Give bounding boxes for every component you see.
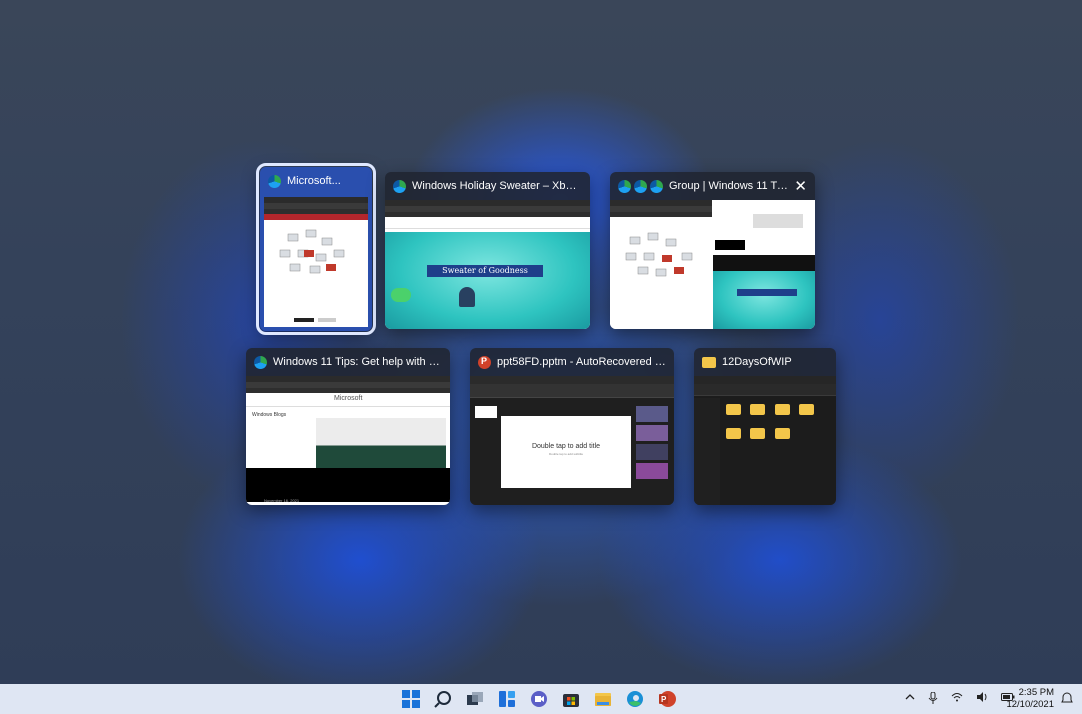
task-view-window-edge-tips[interactable]: Windows 11 Tips: Get help with holid... … — [246, 348, 450, 505]
folder-icon[interactable] — [750, 404, 766, 415]
clock-time: 2:35 PM — [1018, 687, 1054, 698]
slide-thumbnail — [475, 406, 497, 418]
edge-icon — [254, 355, 267, 369]
laptops-image — [279, 229, 345, 322]
window-header: Windows 11 Tips: Get help with holid... — [246, 348, 450, 376]
sweater-banner: Sweater of Goodness — [427, 265, 543, 277]
chevron-up-icon[interactable] — [905, 692, 915, 707]
folder-icon[interactable] — [726, 404, 741, 415]
window-title: Group | Windows 11 Tips: Get... — [669, 180, 788, 192]
window-thumbnail: Microsoft Windows Blogs November 16, 202… — [246, 376, 450, 505]
taskbar: P 2:35 PM 12/10/2021 — [0, 684, 1082, 714]
store-icon[interactable] — [561, 689, 581, 709]
laptops-image — [625, 232, 693, 277]
window-title: 12DaysOfWIP — [722, 356, 792, 368]
slide-canvas: Double tap to add title Double tap to ad… — [501, 416, 631, 488]
sweater-banner-area: Sweater of Goodness — [385, 232, 590, 329]
window-title: Microsoft... — [287, 175, 341, 187]
edge-icon — [618, 179, 631, 193]
folder-icon[interactable] — [799, 404, 815, 415]
edge-icon — [393, 179, 406, 193]
window-title: Windows 11 Tips: Get help with holid... — [273, 356, 442, 368]
window-header: 12DaysOfWIP — [694, 348, 836, 376]
clock-date: 12/10/2021 — [1006, 699, 1054, 710]
edge-icon — [268, 174, 281, 188]
edge-icon — [634, 179, 647, 193]
powerpoint-icon[interactable]: P — [657, 689, 677, 709]
window-thumbnail: Sweater of Goodness — [385, 200, 590, 329]
microsoft-logo-text: Microsoft — [334, 395, 363, 402]
notification-icon[interactable] — [1061, 692, 1073, 707]
window-thumbnail — [264, 197, 368, 327]
windows-start-icon[interactable] — [401, 689, 421, 709]
close-icon[interactable]: ✕ — [794, 177, 807, 195]
teams-chat-icon[interactable] — [529, 689, 549, 709]
window-header: Windows Holiday Sweater – Xbox Ge... — [385, 172, 590, 200]
task-view-window-edge-group[interactable]: Group | Windows 11 Tips: Get... ✕ — [610, 172, 815, 329]
taskbar-apps: P — [401, 689, 677, 709]
window-title: Windows Holiday Sweater – Xbox Ge... — [412, 180, 582, 192]
folder-icon[interactable] — [726, 428, 741, 439]
wifi-icon[interactable] — [951, 692, 963, 707]
slide-subtitle-placeholder: Double tap to add subtitle — [548, 452, 584, 456]
badge — [391, 288, 411, 302]
window-header: ppt58FD.pptm - AutoRecovered - P... — [470, 348, 674, 376]
slide-title-placeholder: Double tap to add title — [531, 443, 601, 450]
clock[interactable]: 2:35 PM 12/10/2021 — [1004, 687, 1054, 711]
microphone-icon[interactable] — [928, 691, 938, 707]
widgets-icon[interactable] — [497, 689, 517, 709]
volume-icon[interactable] — [976, 692, 988, 707]
window-thumbnail — [694, 376, 836, 505]
file-explorer-icon[interactable] — [593, 689, 613, 709]
folder-grid — [726, 404, 832, 452]
system-tray — [905, 691, 1015, 707]
black-block — [246, 468, 450, 502]
task-view-window-edge-xbox[interactable]: Windows Holiday Sweater – Xbox Ge... Swe… — [385, 172, 590, 329]
search-icon[interactable] — [433, 689, 453, 709]
svg-text:P: P — [661, 695, 667, 704]
edge-icon — [650, 179, 663, 193]
task-view-window-powerpoint[interactable]: ppt58FD.pptm - AutoRecovered - P... Doub… — [470, 348, 674, 505]
window-header: Group | Windows 11 Tips: Get... ✕ — [610, 172, 815, 200]
couch-image — [316, 418, 446, 468]
designer-pane — [636, 406, 668, 492]
desktop-background — [0, 0, 1082, 684]
task-view-window-edge-microsoft[interactable]: Microsoft... — [256, 163, 376, 335]
window-thumbnail — [610, 200, 815, 329]
nav-pane — [694, 398, 720, 505]
powerpoint-icon — [478, 355, 491, 369]
folder-icon[interactable] — [750, 428, 766, 439]
folder-icon[interactable] — [774, 428, 790, 439]
window-header: Microsoft... — [260, 167, 372, 195]
blog-section-title: Windows Blogs — [252, 412, 287, 418]
task-view-window-file-explorer[interactable]: 12DaysOfWIP — [694, 348, 836, 505]
task-view-icon[interactable] — [465, 689, 485, 709]
edge-icon[interactable] — [625, 689, 645, 709]
figure-silhouette — [459, 287, 475, 307]
folder-icon[interactable] — [774, 404, 790, 415]
blog-date: November 16, 2021 — [264, 498, 300, 503]
window-thumbnail: Double tap to add title Double tap to ad… — [470, 376, 674, 505]
window-title: ppt58FD.pptm - AutoRecovered - P... — [497, 356, 666, 368]
folder-icon — [702, 356, 716, 368]
